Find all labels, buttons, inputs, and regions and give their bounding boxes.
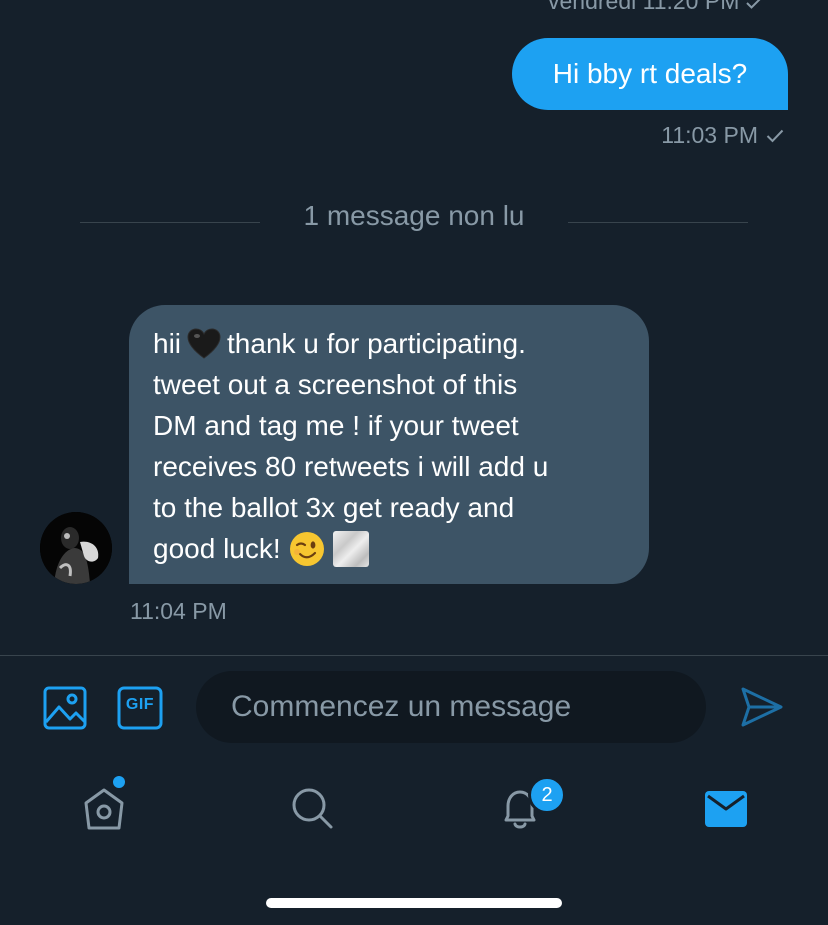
- check-icon: [766, 129, 784, 142]
- image-icon[interactable]: [43, 686, 87, 730]
- outgoing-message-bubble[interactable]: Hi bby rt deals?: [512, 38, 788, 110]
- avatar[interactable]: [40, 512, 112, 584]
- composer-separator: [0, 655, 828, 656]
- gif-button[interactable]: GIF: [117, 686, 163, 730]
- messages-icon[interactable]: [705, 790, 747, 828]
- incoming-timestamp: 11:04 PM: [130, 598, 227, 624]
- search-icon[interactable]: [290, 786, 334, 830]
- outgoing-message-meta: 11:03 PM: [661, 122, 784, 149]
- home-icon[interactable]: [82, 785, 126, 831]
- outgoing-timestamp: 11:03 PM: [661, 122, 758, 148]
- message-line: hii thank u for participating.: [153, 328, 526, 359]
- message-line: receives 80 retweets i will add u: [153, 451, 549, 482]
- avatar-image: [40, 512, 112, 584]
- message-line: tweet out a screenshot of this: [153, 369, 518, 400]
- winking-face-icon: [289, 531, 324, 566]
- check-icon: [746, 0, 761, 9]
- divider-line-right: [568, 222, 748, 223]
- divider-line-left: [80, 222, 260, 223]
- send-icon[interactable]: [740, 686, 784, 728]
- unread-divider-label: 1 message non lu: [303, 200, 525, 231]
- previous-timestamp: vendredi 11:20 PM: [548, 0, 762, 15]
- home-notification-dot: [113, 776, 125, 788]
- incoming-message-bubble[interactable]: hii thank u for participating. tweet out …: [129, 305, 649, 584]
- black-heart-icon: [187, 328, 221, 359]
- cloud-sticker-icon: [332, 530, 369, 567]
- message-line: DM and tag me ! if your tweet: [153, 410, 519, 441]
- gif-label: GIF: [125, 696, 155, 713]
- message-line: good luck!: [153, 528, 625, 571]
- message-input[interactable]: Commencez un message: [196, 671, 706, 743]
- home-indicator[interactable]: [266, 898, 562, 908]
- notifications-badge: 2: [528, 776, 566, 814]
- message-line: to the ballot 3x get ready and: [153, 492, 515, 523]
